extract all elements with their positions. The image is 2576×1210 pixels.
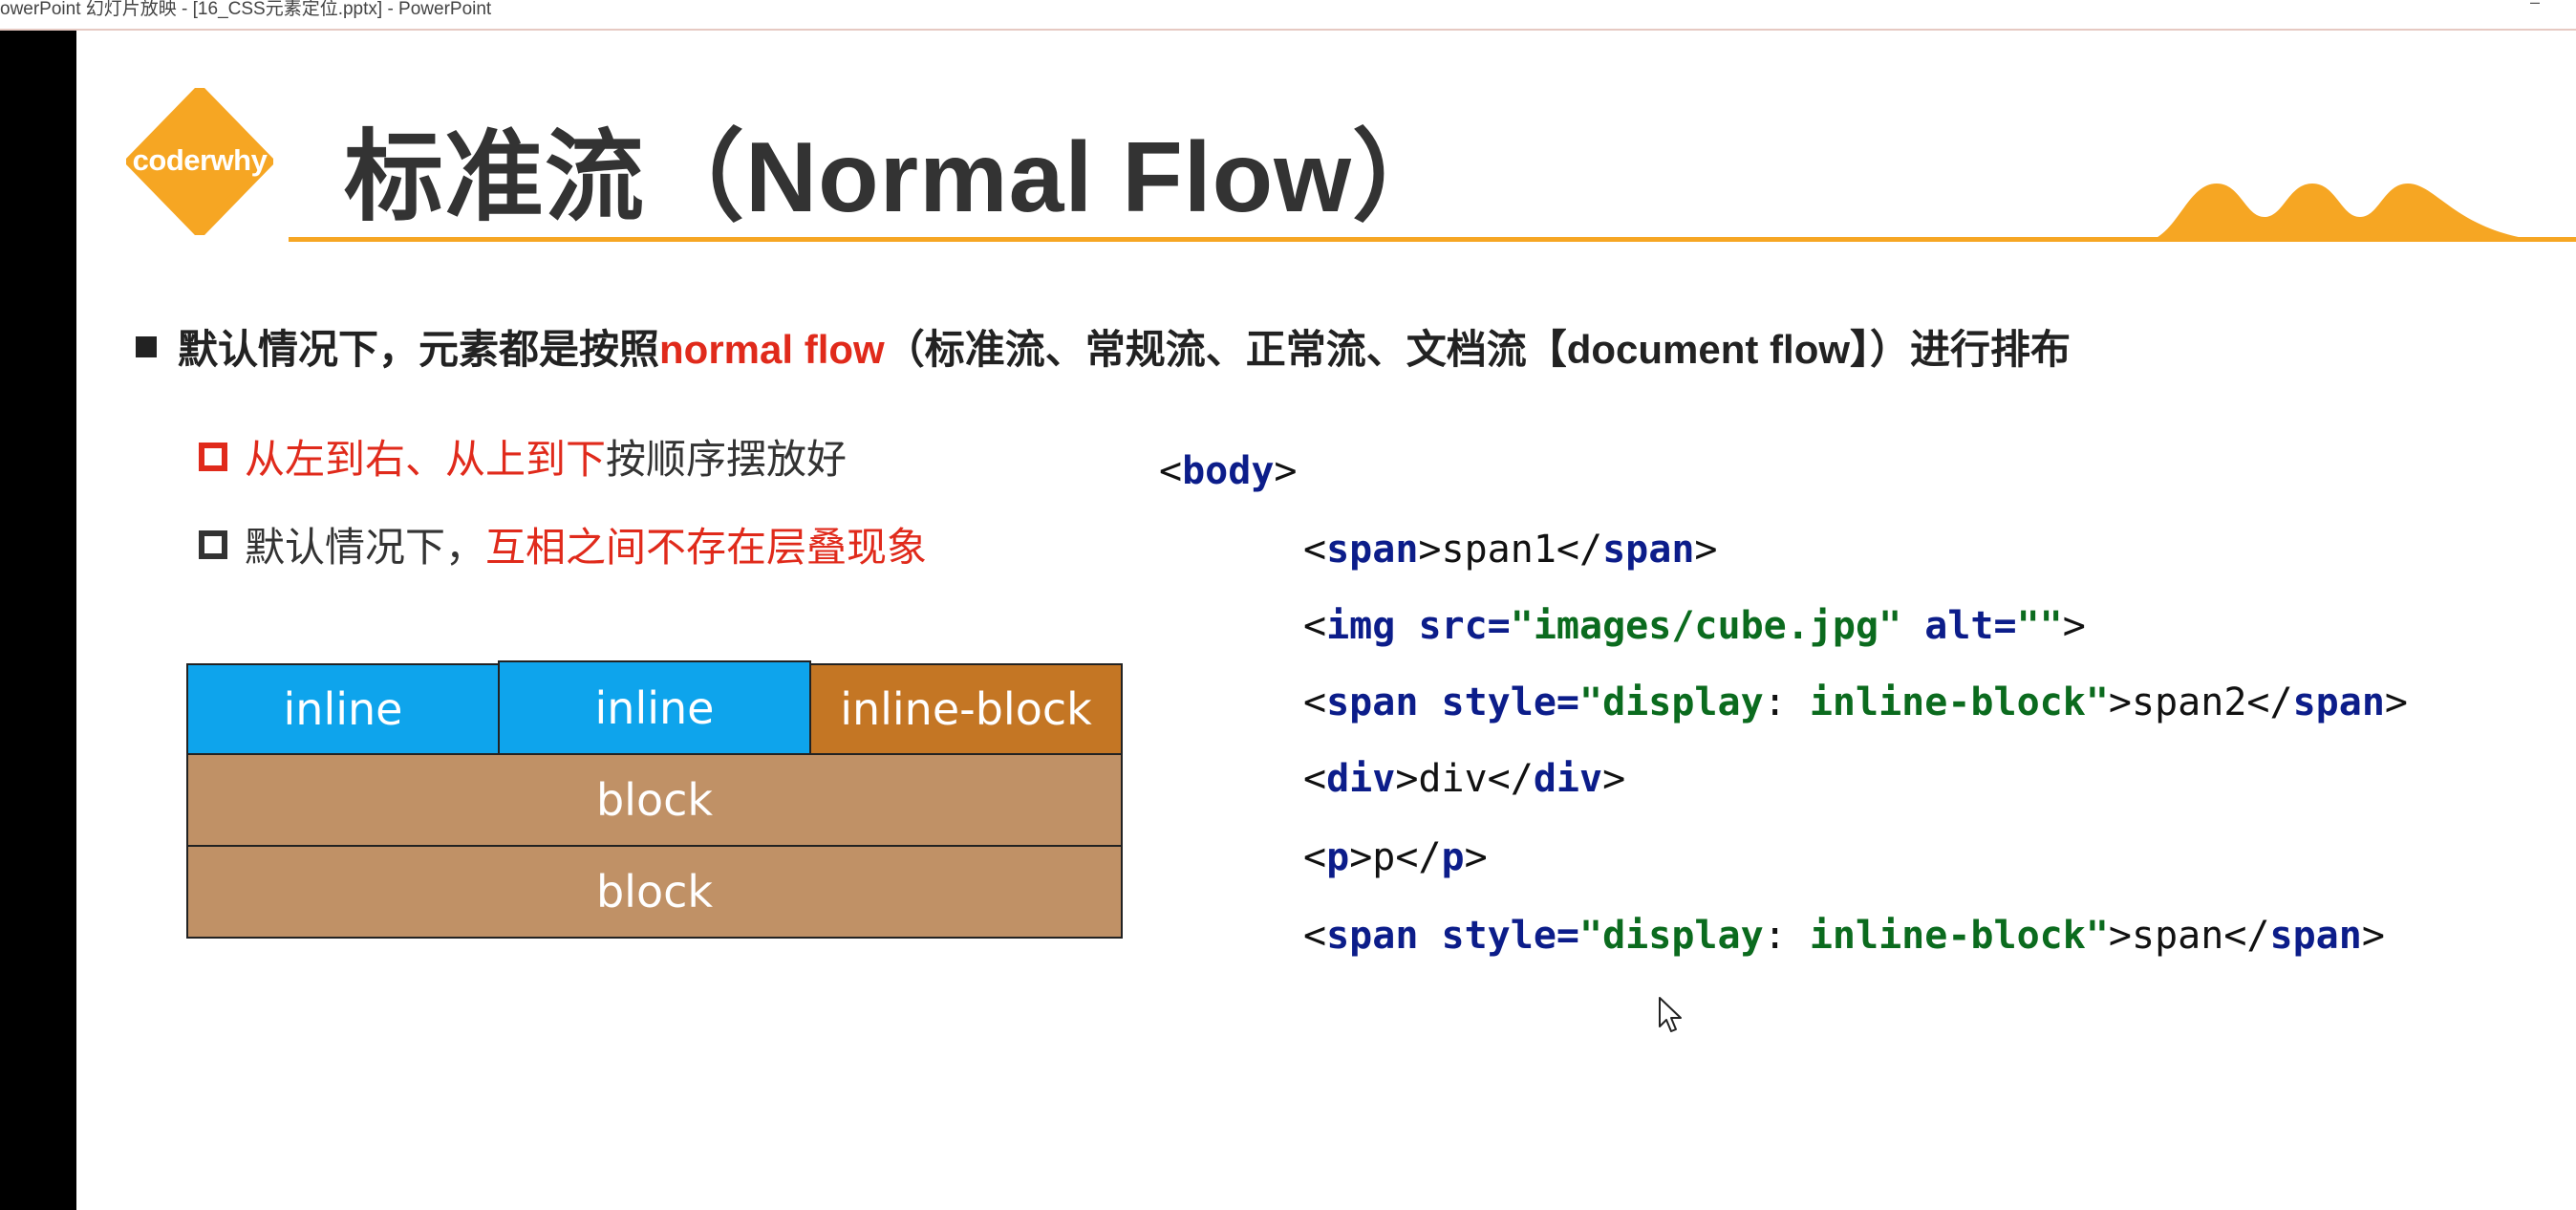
- diagram-inline-block-box: inline-block: [809, 663, 1123, 755]
- hollow-square-icon: [199, 530, 227, 559]
- diagram-block-box-1: block: [186, 753, 1123, 847]
- minimize-icon[interactable]: –: [2524, 0, 2545, 11]
- title-underline: [289, 237, 2576, 242]
- sub-bullet-overlap-highlight: 互相之间不存在层叠现象: [485, 525, 928, 570]
- hollow-square-icon: [199, 443, 227, 471]
- logo-text: coderwhy: [132, 143, 268, 177]
- diagram-inline-box-1: inline: [186, 663, 500, 755]
- mouse-pointer-icon: [1659, 997, 1682, 1032]
- code-sample: <body> <span>span1</span> <img src="imag…: [1159, 449, 2408, 958]
- code-line-p: <p>p</p>: [1303, 835, 1488, 879]
- diagram-block-box-2: block: [186, 845, 1123, 939]
- code-line-body: <body>: [1159, 449, 1298, 493]
- bullet-square-icon: [136, 336, 157, 357]
- code-line-span3: <span style="display: inline-block">span…: [1303, 914, 2385, 958]
- main-bullet: 默认情况下，元素都是按照normal flow（标准流、常规流、正常流、文档流【…: [136, 317, 2071, 376]
- diagram-inline-box-2: inline: [498, 660, 811, 755]
- window-titlebar: owerPoint 幻灯片放映 - [16_CSS元素定位.pptx] - Po…: [0, 0, 2576, 31]
- code-line-span1: <span>span1</span>: [1303, 528, 1718, 572]
- coderwhy-logo: coderwhy: [126, 88, 273, 235]
- window-title: owerPoint 幻灯片放映 - [16_CSS元素定位.pptx] - Po…: [0, 0, 492, 19]
- slide-title: 标准流（Normal Flow）: [344, 122, 1453, 233]
- main-bullet-text-2: （标准流、常规流、正常流、文档流【document flow】）进行排布: [884, 327, 2072, 372]
- sub-bullet-overlap: 默认情况下，互相之间不存在层叠现象: [199, 515, 927, 573]
- sub-bullet-overlap-text: 默认情况下，: [245, 525, 486, 570]
- main-bullet-text-1: 默认情况下，元素都是按照: [178, 327, 660, 372]
- mountains-decoration-icon: [2150, 184, 2542, 241]
- flow-diagram: inline inline-block inline block block: [186, 633, 1123, 939]
- sub-bullet-order: 从左到右、从上到下按顺序摆放好: [199, 427, 847, 486]
- sub-bullet-order-highlight: 从左到右、从上到下: [245, 437, 607, 482]
- code-line-div: <div>div</div>: [1303, 757, 1626, 801]
- code-line-img: <img src="images/cube.jpg" alt="">: [1303, 604, 2086, 648]
- sub-bullet-order-text: 按顺序摆放好: [606, 437, 848, 482]
- main-bullet-highlight: normal flow: [659, 327, 885, 372]
- code-line-span2: <span style="display: inline-block">span…: [1303, 681, 2408, 724]
- slide: coderwhy 标准流（Normal Flow） 默认情况下，元素都是按照no…: [76, 31, 2576, 1210]
